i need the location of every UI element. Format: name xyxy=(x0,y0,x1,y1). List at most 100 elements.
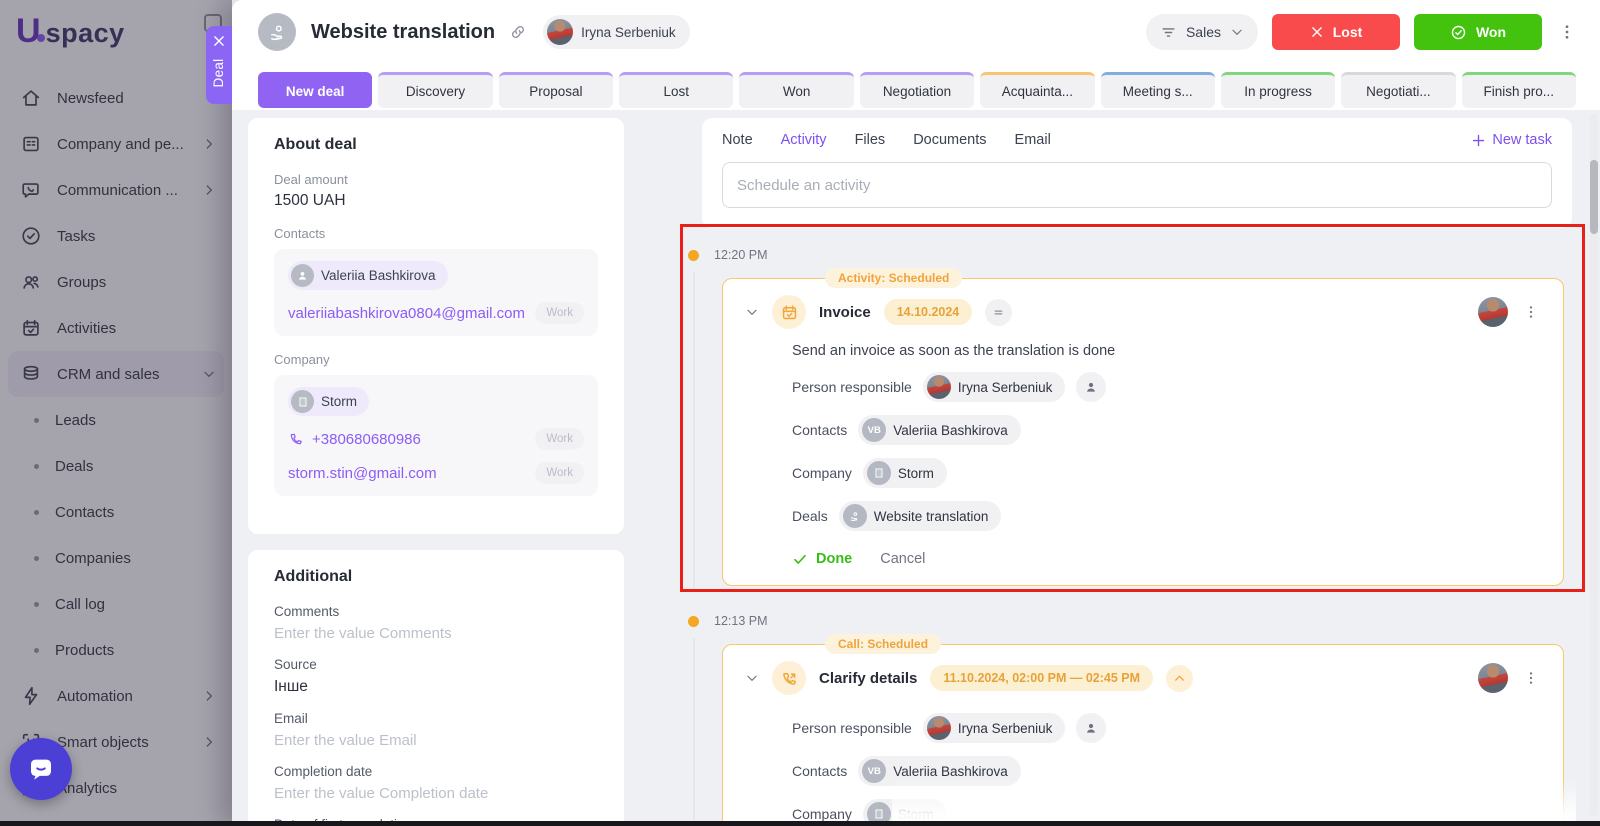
activity-timeline: 12:20 PM Activity: Scheduled Invoice 14.… xyxy=(660,244,1584,826)
comments-field[interactable]: Enter the value Comments xyxy=(274,625,598,642)
company-group: Storm +380680680986 Work storm.stin@gmai… xyxy=(274,375,598,496)
chevron-up-icon[interactable] xyxy=(1166,664,1194,692)
outgoing-call-icon xyxy=(772,661,806,695)
schedule-activity-input[interactable] xyxy=(722,162,1552,208)
stage-finish[interactable]: Finish pro... xyxy=(1461,72,1576,108)
entry-time: 12:13 PM xyxy=(714,614,768,628)
company-label: Company xyxy=(792,465,852,481)
funnel-selector[interactable]: Sales xyxy=(1145,14,1258,50)
tab-files[interactable]: Files xyxy=(855,132,886,148)
contacts-label: Contacts xyxy=(792,422,848,438)
company-phone-link[interactable]: +380680680986 xyxy=(288,431,421,448)
company-name: Storm xyxy=(897,806,934,822)
contact-name: Valeriia Bashkirova xyxy=(893,422,1008,438)
contact-chip[interactable]: VB Valeriia Bashkirova xyxy=(858,756,1021,786)
avatar xyxy=(1478,297,1508,327)
email-field[interactable]: Enter the value Email xyxy=(274,732,598,749)
timeline-dot xyxy=(688,249,699,261)
stage-in-progress[interactable]: In progress xyxy=(1220,72,1336,108)
more-options-icon[interactable] xyxy=(1556,21,1578,43)
tab-activity[interactable]: Activity xyxy=(781,132,827,148)
funnel-icon xyxy=(1160,24,1177,41)
activity-panel: Note Activity Files Documents Email New … xyxy=(702,118,1572,228)
description-indicator-icon[interactable] xyxy=(985,298,1013,326)
deal-amount-label: Deal amount xyxy=(274,172,348,187)
copy-link-icon[interactable] xyxy=(509,23,527,41)
deal-owner-chip[interactable]: Iryna Serbeniuk xyxy=(543,15,690,49)
person-responsible-chip[interactable]: Iryna Serbeniuk xyxy=(922,372,1066,402)
person-responsible-label: Person responsible xyxy=(792,720,912,736)
contact-chip[interactable]: VB Valeriia Bashkirova xyxy=(858,415,1021,445)
stage-discovery[interactable]: Discovery xyxy=(378,72,493,108)
person-responsible-chip[interactable]: Iryna Serbeniuk xyxy=(922,713,1066,743)
tab-documents[interactable]: Documents xyxy=(913,132,986,148)
page-title: Website translation xyxy=(311,20,496,43)
new-task-button[interactable]: New task xyxy=(1471,132,1552,148)
activity-status-badge: Activity: Scheduled xyxy=(825,268,963,288)
deal-tab-label: Deal xyxy=(211,58,226,88)
stage-lost[interactable]: Lost xyxy=(619,72,734,108)
email-label: Email xyxy=(274,711,308,726)
tab-email[interactable]: Email xyxy=(1015,132,1051,148)
close-icon[interactable] xyxy=(212,34,226,48)
activity-date-pill[interactable]: 14.10.2024 xyxy=(883,299,973,325)
chat-widget-button[interactable] xyxy=(10,738,72,800)
call-date-pill[interactable]: 11.10.2024, 02:00 PM — 02:45 PM xyxy=(930,665,1154,691)
lost-button[interactable]: Lost xyxy=(1272,14,1400,50)
plus-icon xyxy=(1471,133,1486,148)
deal-modal-tab[interactable]: Deal xyxy=(206,26,232,104)
company-name: Storm xyxy=(321,394,358,409)
avatar xyxy=(1478,663,1508,693)
additional-title: Additional xyxy=(274,568,353,585)
won-button[interactable]: Won xyxy=(1414,14,1542,50)
stage-negotiation-2[interactable]: Negotiati... xyxy=(1341,72,1456,108)
tab-note[interactable]: Note xyxy=(722,132,753,148)
deal-chip[interactable]: Website translation xyxy=(838,501,1002,531)
card-more-options-icon[interactable] xyxy=(1521,302,1541,322)
stage-proposal[interactable]: Proposal xyxy=(498,72,614,108)
add-person-icon[interactable] xyxy=(1076,372,1107,402)
cancel-button[interactable]: Cancel xyxy=(880,551,925,567)
check-icon xyxy=(792,551,808,567)
activity-calendar-icon xyxy=(772,295,806,329)
source-value[interactable]: Інше xyxy=(274,678,598,696)
contact-name: Valeriia Bashkirova xyxy=(893,763,1008,779)
stage-acquaintance[interactable]: Acquainta... xyxy=(980,72,1095,108)
card-more-options-icon[interactable] xyxy=(1521,668,1541,688)
stage-won[interactable]: Won xyxy=(739,72,854,108)
lost-label: Lost xyxy=(1332,24,1363,40)
done-button[interactable]: Done xyxy=(792,551,852,567)
contact-chip[interactable]: Valeriia Bashkirova xyxy=(288,261,448,290)
contact-email-link[interactable]: valeriiabashkirova0804@gmail.com xyxy=(288,305,525,322)
check-circle-icon xyxy=(1450,24,1467,41)
stage-meeting[interactable]: Meeting s... xyxy=(1100,72,1215,108)
bottom-edge-bar xyxy=(0,821,1600,826)
scrollbar-thumb[interactable] xyxy=(1590,160,1598,234)
deal-modal: Deal Website translation Iryna Serbeniuk… xyxy=(206,0,1600,826)
activity-card: Activity: Scheduled Invoice 14.10.2024 S… xyxy=(722,268,1564,586)
collapse-chevron-icon[interactable] xyxy=(745,305,759,319)
company-chip[interactable]: Storm xyxy=(288,387,370,416)
deal-content: About deal Deal amount 1500 UAH Contacts… xyxy=(232,110,1600,826)
company-name: Storm xyxy=(897,465,934,481)
phone-icon xyxy=(288,431,304,447)
company-label: Company xyxy=(792,806,852,822)
add-person-icon[interactable] xyxy=(1076,713,1107,743)
company-email-link[interactable]: storm.stin@gmail.com xyxy=(288,465,437,482)
stage-negotiation[interactable]: Negotiation xyxy=(859,72,975,108)
owner-name: Iryna Serbeniuk xyxy=(581,24,676,40)
modal-backdrop[interactable] xyxy=(0,0,232,826)
company-chip[interactable]: Storm xyxy=(862,458,947,488)
stage-new-deal[interactable]: New deal xyxy=(258,72,373,108)
deal-amount-value[interactable]: 1500 UAH xyxy=(274,192,598,210)
call-title[interactable]: Clarify details xyxy=(819,670,917,687)
completion-date-field[interactable]: Enter the value Completion date xyxy=(274,785,598,802)
person-responsible-label: Person responsible xyxy=(792,379,912,395)
activity-title[interactable]: Invoice xyxy=(819,304,871,321)
done-label: Done xyxy=(816,551,853,567)
call-card: Call: Scheduled Clarify details 11.10.20… xyxy=(722,634,1564,826)
collapse-chevron-icon[interactable] xyxy=(745,671,759,685)
completion-date-label: Completion date xyxy=(274,764,373,779)
entry-time: 12:20 PM xyxy=(714,248,768,262)
vertical-scrollbar[interactable] xyxy=(1590,114,1598,816)
